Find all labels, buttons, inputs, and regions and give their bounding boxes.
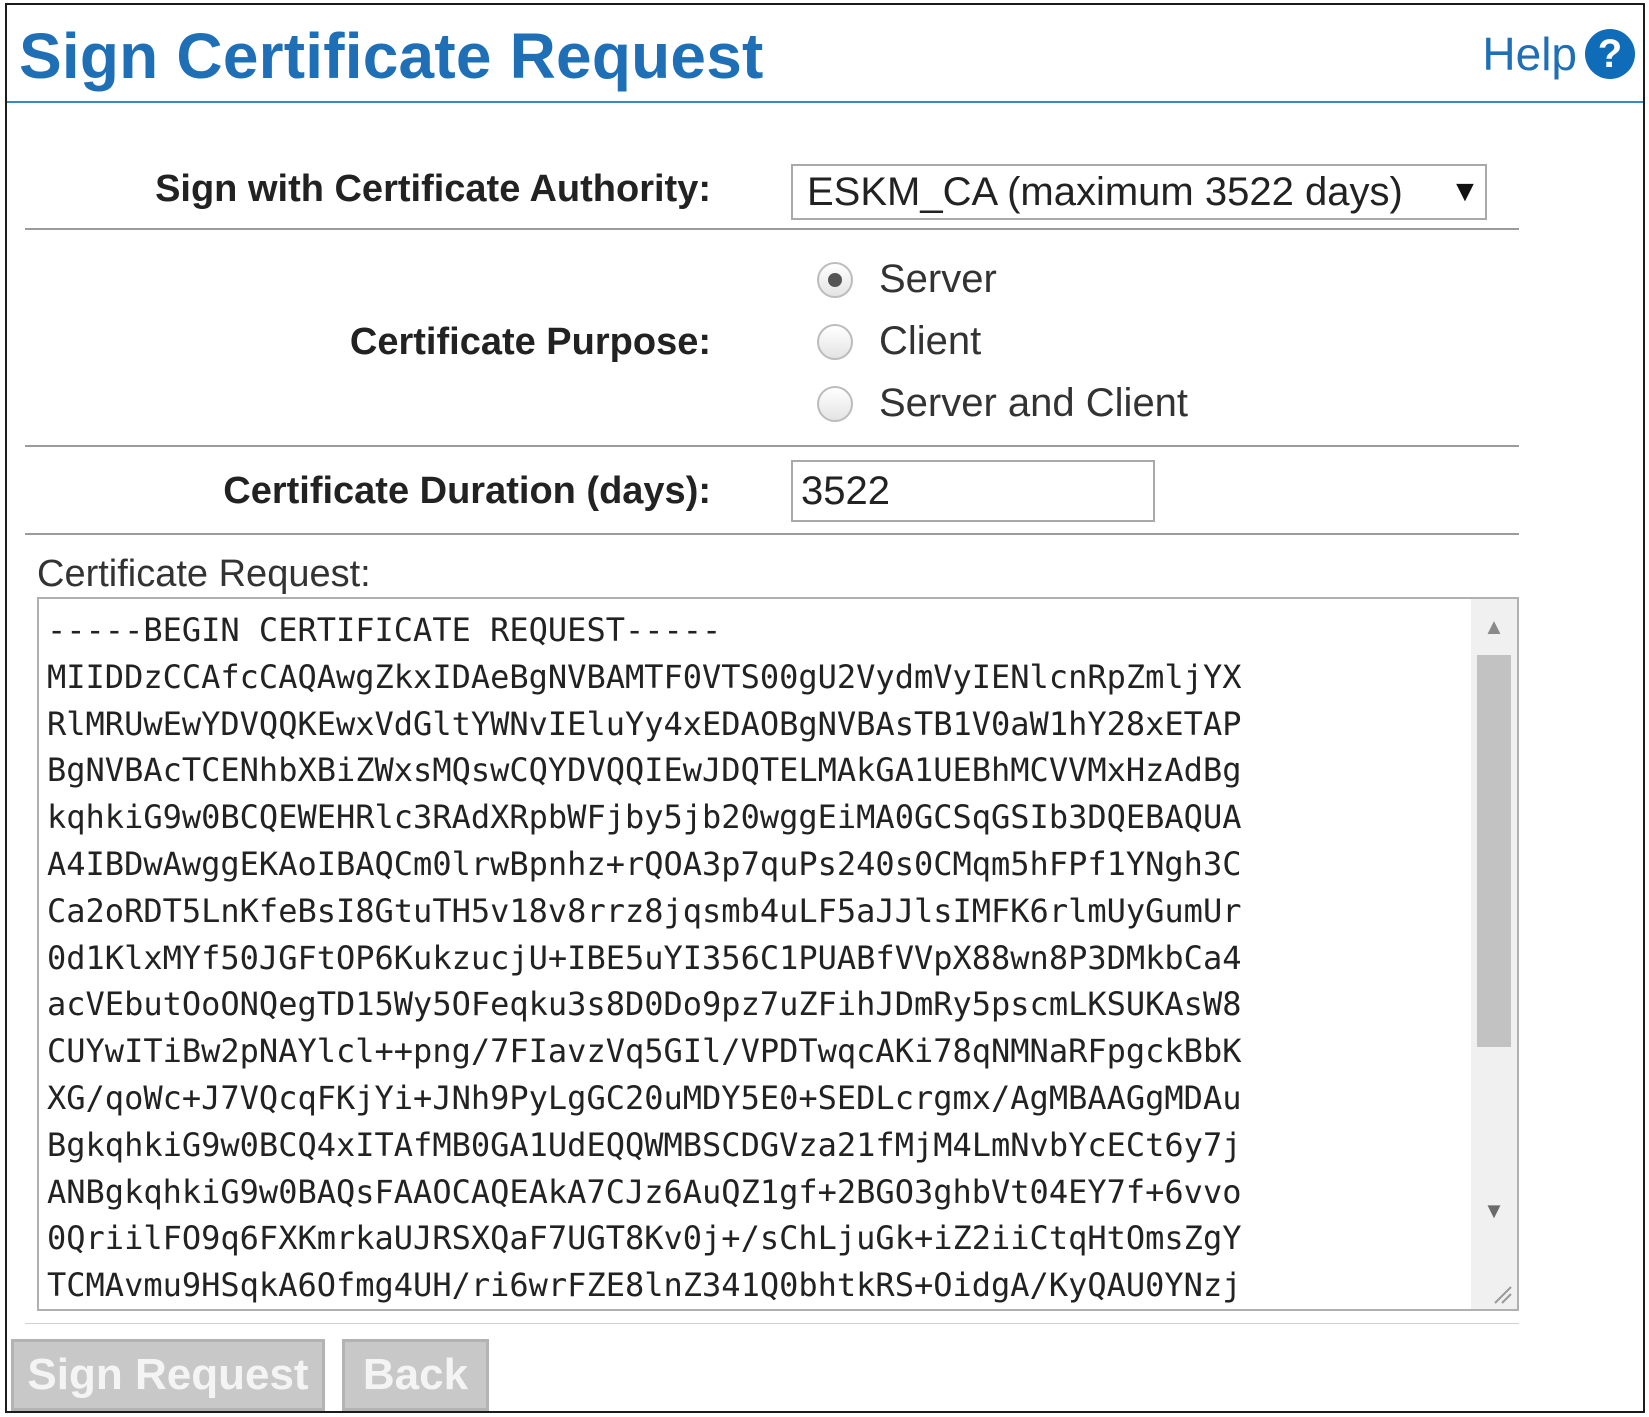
divider (25, 533, 1519, 535)
chevron-down-icon: ▼ (1450, 175, 1480, 208)
radio-client[interactable] (817, 323, 853, 360)
request-line: XG/qoWc+J7VQcqFKjYi+JNh9PyLgGC20uMDY5E0+… (47, 1078, 1242, 1117)
scroll-up-icon[interactable]: ▲ (1471, 607, 1517, 647)
divider (25, 1323, 1519, 1324)
scroll-down-icon[interactable]: ▼ (1471, 1191, 1517, 1231)
request-line: 0QriilFO9q6FXKmrkaUJRSXQaF7UGT8Kv0j+/sCh… (47, 1219, 1242, 1258)
resize-grip-icon[interactable] (1489, 1281, 1513, 1305)
help-label: Help (1482, 28, 1577, 80)
sign-certificate-request-panel: Sign Certificate Request Help ? Sign wit… (5, 3, 1645, 1413)
radio-server-and-client[interactable] (817, 385, 853, 422)
radio-label-server-and-client: Server and Client (879, 381, 1189, 425)
ca-select-value: ESKM_CA (maximum 3522 days) (807, 169, 1403, 214)
request-label: Certificate Request: (37, 553, 371, 595)
purpose-option-client[interactable]: Client (817, 319, 981, 364)
duration-input[interactable] (791, 460, 1155, 522)
request-line: -----BEGIN CERTIFICATE REQUEST----- (47, 611, 722, 649)
request-line: BgNVBAcTCENhbXBiZWxsMQswCQYDVQQIEwJDQTEL… (47, 751, 1242, 790)
scroll-thumb[interactable] (1477, 655, 1511, 1047)
purpose-option-server[interactable]: Server (817, 257, 997, 302)
page-header: Sign Certificate Request Help ? (7, 5, 1643, 103)
request-line: Ca2oRDT5LnKfeBsI8GtuTH5v18v8rrz8jqsmb4uL… (47, 891, 1242, 930)
purpose-label: Certificate Purpose: (349, 321, 711, 363)
page-title: Sign Certificate Request (19, 20, 764, 92)
request-line: 0d1KlxMYf50JGFtOP6KukzucjU+IBE5uYI356C1P… (47, 938, 1242, 977)
duration-label: Certificate Duration (days): (223, 470, 711, 512)
divider (25, 228, 1519, 230)
request-line: RlMRUwEwYDVQQKEwxVdGltYWNvIEluYy4xEDAOBg… (47, 704, 1242, 743)
request-line: kqhkiG9w0BCQEWEHRlc3RAdXRpbWFjby5jb20wgg… (47, 798, 1242, 837)
request-line: ANBgkqhkiG9w0BAQsFAAOCAQEAkA7CJz6AuQZ1gf… (47, 1172, 1242, 1211)
purpose-option-server-and-client[interactable]: Server and Client (817, 381, 1188, 426)
request-line: MIIDDzCCAfcCAQAwgZkxIDAeBgNVBAMTF0VTS00g… (47, 657, 1242, 696)
radio-label-client: Client (879, 319, 982, 363)
radio-server[interactable] (817, 261, 853, 298)
sign-request-button[interactable]: Sign Request (11, 1339, 325, 1411)
request-line: CUYwITiBw2pNAYlcl++png/7FIavzVq5GIl/VPDT… (47, 1032, 1242, 1071)
scrollbar[interactable]: ▲ ▼ (1471, 599, 1517, 1309)
request-textarea[interactable]: -----BEGIN CERTIFICATE REQUEST----- MIIDD… (37, 597, 1519, 1311)
ca-label: Sign with Certificate Authority: (155, 168, 711, 210)
radio-label-server: Server (879, 257, 997, 301)
help-icon: ? (1585, 29, 1635, 79)
request-line: A4IBDwAwggEKAoIBAQCm0lrwBpnhz+rQOA3p7quP… (47, 844, 1242, 883)
request-line: BgkqhkiG9w0BCQ4xITAfMB0GA1UdEQQWMBSCDGVz… (47, 1125, 1242, 1164)
help-link[interactable]: Help ? (1482, 27, 1635, 81)
request-line: acVEbutOoONQegTD15Wy5OFeqku3s8D0Do9pz7uZ… (47, 985, 1242, 1024)
request-text: -----BEGIN CERTIFICATE REQUEST----- MIIDD… (47, 607, 1467, 1309)
back-button[interactable]: Back (342, 1339, 489, 1411)
ca-select[interactable]: ESKM_CA (maximum 3522 days) ▼ (791, 164, 1487, 220)
request-line: TCMAvmu9HSqkA6Ofmg4UH/ri6wrFZE8lnZ341Q0b… (47, 1266, 1242, 1305)
divider (25, 445, 1519, 447)
